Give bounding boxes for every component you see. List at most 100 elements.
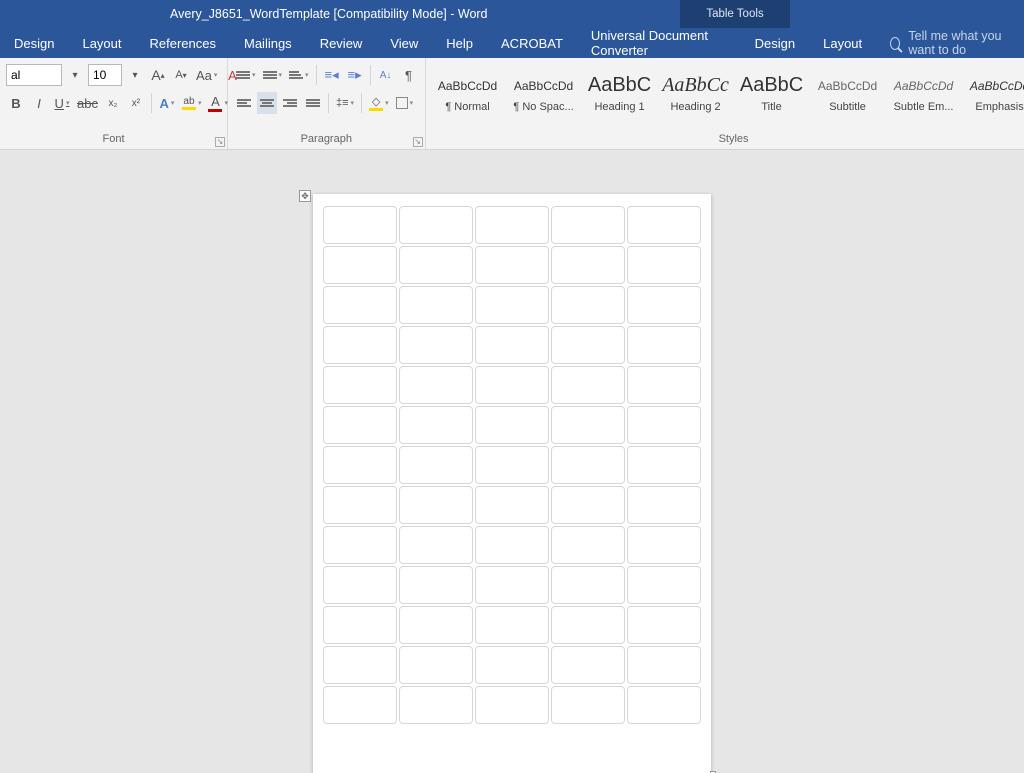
tab-view[interactable]: View — [376, 28, 432, 58]
label-cell[interactable] — [627, 366, 701, 404]
label-cell[interactable] — [399, 366, 473, 404]
bold-button[interactable]: B — [6, 92, 26, 114]
change-case-button[interactable]: Aa▾ — [194, 64, 219, 86]
label-cell[interactable] — [399, 246, 473, 284]
font-size-input[interactable] — [88, 64, 122, 86]
label-cell[interactable] — [323, 406, 397, 444]
label-cell[interactable] — [627, 206, 701, 244]
label-cell[interactable] — [627, 326, 701, 364]
label-cell[interactable] — [323, 366, 397, 404]
italic-button[interactable]: I — [29, 92, 49, 114]
strikethrough-button[interactable]: abc — [75, 92, 100, 114]
style-subtitle[interactable]: AaBbCcDdSubtitle — [812, 64, 884, 122]
label-cell[interactable] — [323, 446, 397, 484]
decrease-indent-button[interactable]: ≡◂ — [322, 64, 342, 86]
label-cell[interactable] — [627, 486, 701, 524]
label-cell[interactable] — [627, 406, 701, 444]
label-cell[interactable] — [627, 246, 701, 284]
label-cell[interactable] — [475, 206, 549, 244]
label-cell[interactable] — [399, 686, 473, 724]
font-name-dropdown-icon[interactable]: ▾ — [65, 64, 85, 86]
label-cell[interactable] — [627, 686, 701, 724]
label-cell[interactable] — [475, 286, 549, 324]
label-cell[interactable] — [399, 606, 473, 644]
label-cell[interactable] — [475, 246, 549, 284]
label-table[interactable] — [323, 206, 701, 724]
bullets-button[interactable]: ▾ — [234, 64, 258, 86]
shrink-font-button[interactable]: A▾ — [171, 64, 191, 86]
label-cell[interactable] — [323, 526, 397, 564]
label-cell[interactable] — [323, 326, 397, 364]
label-cell[interactable] — [323, 246, 397, 284]
style--no-spac-[interactable]: AaBbCcDd¶ No Spac... — [508, 64, 580, 122]
align-left-button[interactable] — [234, 92, 254, 114]
tab-design[interactable]: Design — [0, 28, 68, 58]
label-cell[interactable] — [475, 686, 549, 724]
label-cell[interactable] — [627, 646, 701, 684]
line-spacing-button[interactable]: ‡≡▾ — [334, 92, 356, 114]
label-cell[interactable] — [475, 486, 549, 524]
label-cell[interactable] — [475, 566, 549, 604]
label-cell[interactable] — [399, 566, 473, 604]
label-cell[interactable] — [551, 646, 625, 684]
label-cell[interactable] — [323, 566, 397, 604]
font-size-dropdown-icon[interactable]: ▾ — [125, 64, 145, 86]
label-cell[interactable] — [627, 286, 701, 324]
label-cell[interactable] — [551, 446, 625, 484]
style-title[interactable]: AaBbCTitle — [736, 64, 808, 122]
label-cell[interactable] — [475, 446, 549, 484]
text-effects-button[interactable]: A▾ — [157, 92, 177, 114]
label-cell[interactable] — [551, 286, 625, 324]
font-dialog-launcher[interactable]: ↘ — [215, 137, 225, 147]
label-cell[interactable] — [475, 646, 549, 684]
label-cell[interactable] — [551, 406, 625, 444]
tab-mailings[interactable]: Mailings — [230, 28, 306, 58]
label-cell[interactable] — [551, 686, 625, 724]
highlight-button[interactable]: ab▾ — [180, 92, 204, 114]
increase-indent-button[interactable]: ≡▸ — [345, 64, 365, 86]
label-cell[interactable] — [475, 606, 549, 644]
label-cell[interactable] — [399, 206, 473, 244]
label-cell[interactable] — [475, 326, 549, 364]
align-center-button[interactable] — [257, 92, 277, 114]
label-cell[interactable] — [323, 286, 397, 324]
style-emphasis[interactable]: AaBbCcDdEmphasis — [964, 64, 1024, 122]
label-cell[interactable] — [551, 566, 625, 604]
label-cell[interactable] — [551, 486, 625, 524]
tab-tabletools-design[interactable]: Design — [741, 28, 809, 58]
label-cell[interactable] — [551, 606, 625, 644]
label-cell[interactable] — [399, 646, 473, 684]
label-cell[interactable] — [399, 326, 473, 364]
subscript-button[interactable]: x₂ — [103, 92, 123, 114]
label-cell[interactable] — [399, 406, 473, 444]
label-cell[interactable] — [627, 526, 701, 564]
label-cell[interactable] — [399, 526, 473, 564]
numbering-button[interactable]: ▾ — [261, 64, 285, 86]
style-heading-1[interactable]: AaBbCHeading 1 — [584, 64, 656, 122]
label-cell[interactable] — [323, 206, 397, 244]
label-cell[interactable] — [551, 246, 625, 284]
underline-button[interactable]: U▾ — [52, 92, 72, 114]
label-cell[interactable] — [551, 366, 625, 404]
label-cell[interactable] — [399, 486, 473, 524]
label-cell[interactable] — [323, 606, 397, 644]
font-color-button[interactable]: A▾ — [206, 92, 230, 114]
label-cell[interactable] — [323, 486, 397, 524]
label-cell[interactable] — [323, 686, 397, 724]
style-subtle-em-[interactable]: AaBbCcDdSubtle Em... — [888, 64, 960, 122]
align-justify-button[interactable] — [303, 92, 323, 114]
tab-help[interactable]: Help — [432, 28, 487, 58]
align-right-button[interactable] — [280, 92, 300, 114]
paragraph-dialog-launcher[interactable]: ↘ — [413, 137, 423, 147]
tab-tabletools-layout[interactable]: Layout — [809, 28, 876, 58]
label-cell[interactable] — [475, 526, 549, 564]
style--normal[interactable]: AaBbCcDd¶ Normal — [432, 64, 504, 122]
label-cell[interactable] — [627, 606, 701, 644]
table-move-handle-icon[interactable]: ✥ — [299, 190, 311, 202]
label-cell[interactable] — [551, 326, 625, 364]
sort-button[interactable]: A↓ — [376, 64, 396, 86]
grow-font-button[interactable]: A▴ — [148, 64, 168, 86]
borders-button[interactable]: ▾ — [394, 92, 416, 114]
tab-acrobat[interactable]: ACROBAT — [487, 28, 577, 58]
label-cell[interactable] — [399, 286, 473, 324]
